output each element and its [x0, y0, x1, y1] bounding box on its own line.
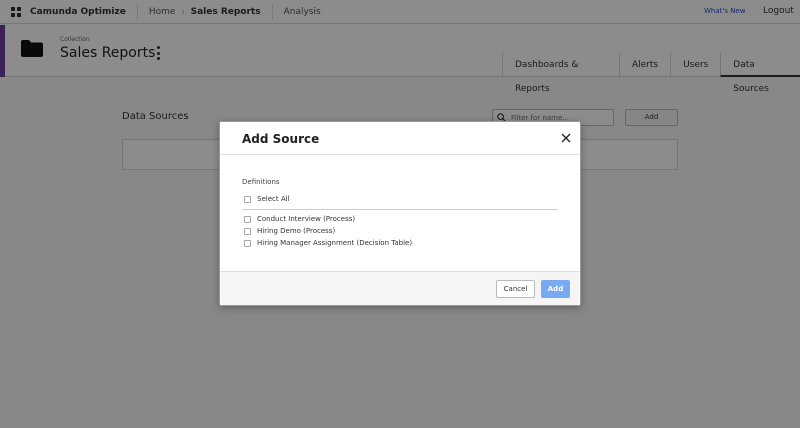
- checkbox-label: Conduct Interview (Process): [257, 215, 356, 223]
- checkbox-label: Hiring Demo (Process): [257, 227, 336, 235]
- modal-title: Add Source: [242, 132, 320, 146]
- cancel-button[interactable]: Cancel: [496, 280, 535, 298]
- modal-header: Add Source: [220, 122, 580, 155]
- checkbox-label: Hiring Manager Assignment (Decision Tabl…: [257, 239, 413, 247]
- definition-checkbox-conduct-interview[interactable]: Conduct Interview (Process): [244, 215, 355, 223]
- add-button[interactable]: Add: [541, 280, 570, 298]
- checkbox[interactable]: [244, 195, 251, 203]
- checkbox-label: Select All: [257, 195, 290, 203]
- definition-checkbox-hiring-demo[interactable]: Hiring Demo (Process): [244, 227, 335, 235]
- add-source-modal: Add Source Definitions Select All Conduc…: [219, 121, 581, 306]
- definitions-label: Definitions: [242, 178, 280, 186]
- checkbox[interactable]: [244, 227, 251, 235]
- definition-checkbox-hiring-manager[interactable]: Hiring Manager Assignment (Decision Tabl…: [244, 239, 412, 247]
- checkbox[interactable]: [244, 215, 251, 223]
- close-icon[interactable]: [559, 131, 573, 145]
- select-all-checkbox[interactable]: Select All: [244, 195, 290, 203]
- divider: [242, 209, 558, 210]
- modal-footer: Cancel Add: [220, 271, 580, 305]
- checkbox[interactable]: [244, 239, 251, 247]
